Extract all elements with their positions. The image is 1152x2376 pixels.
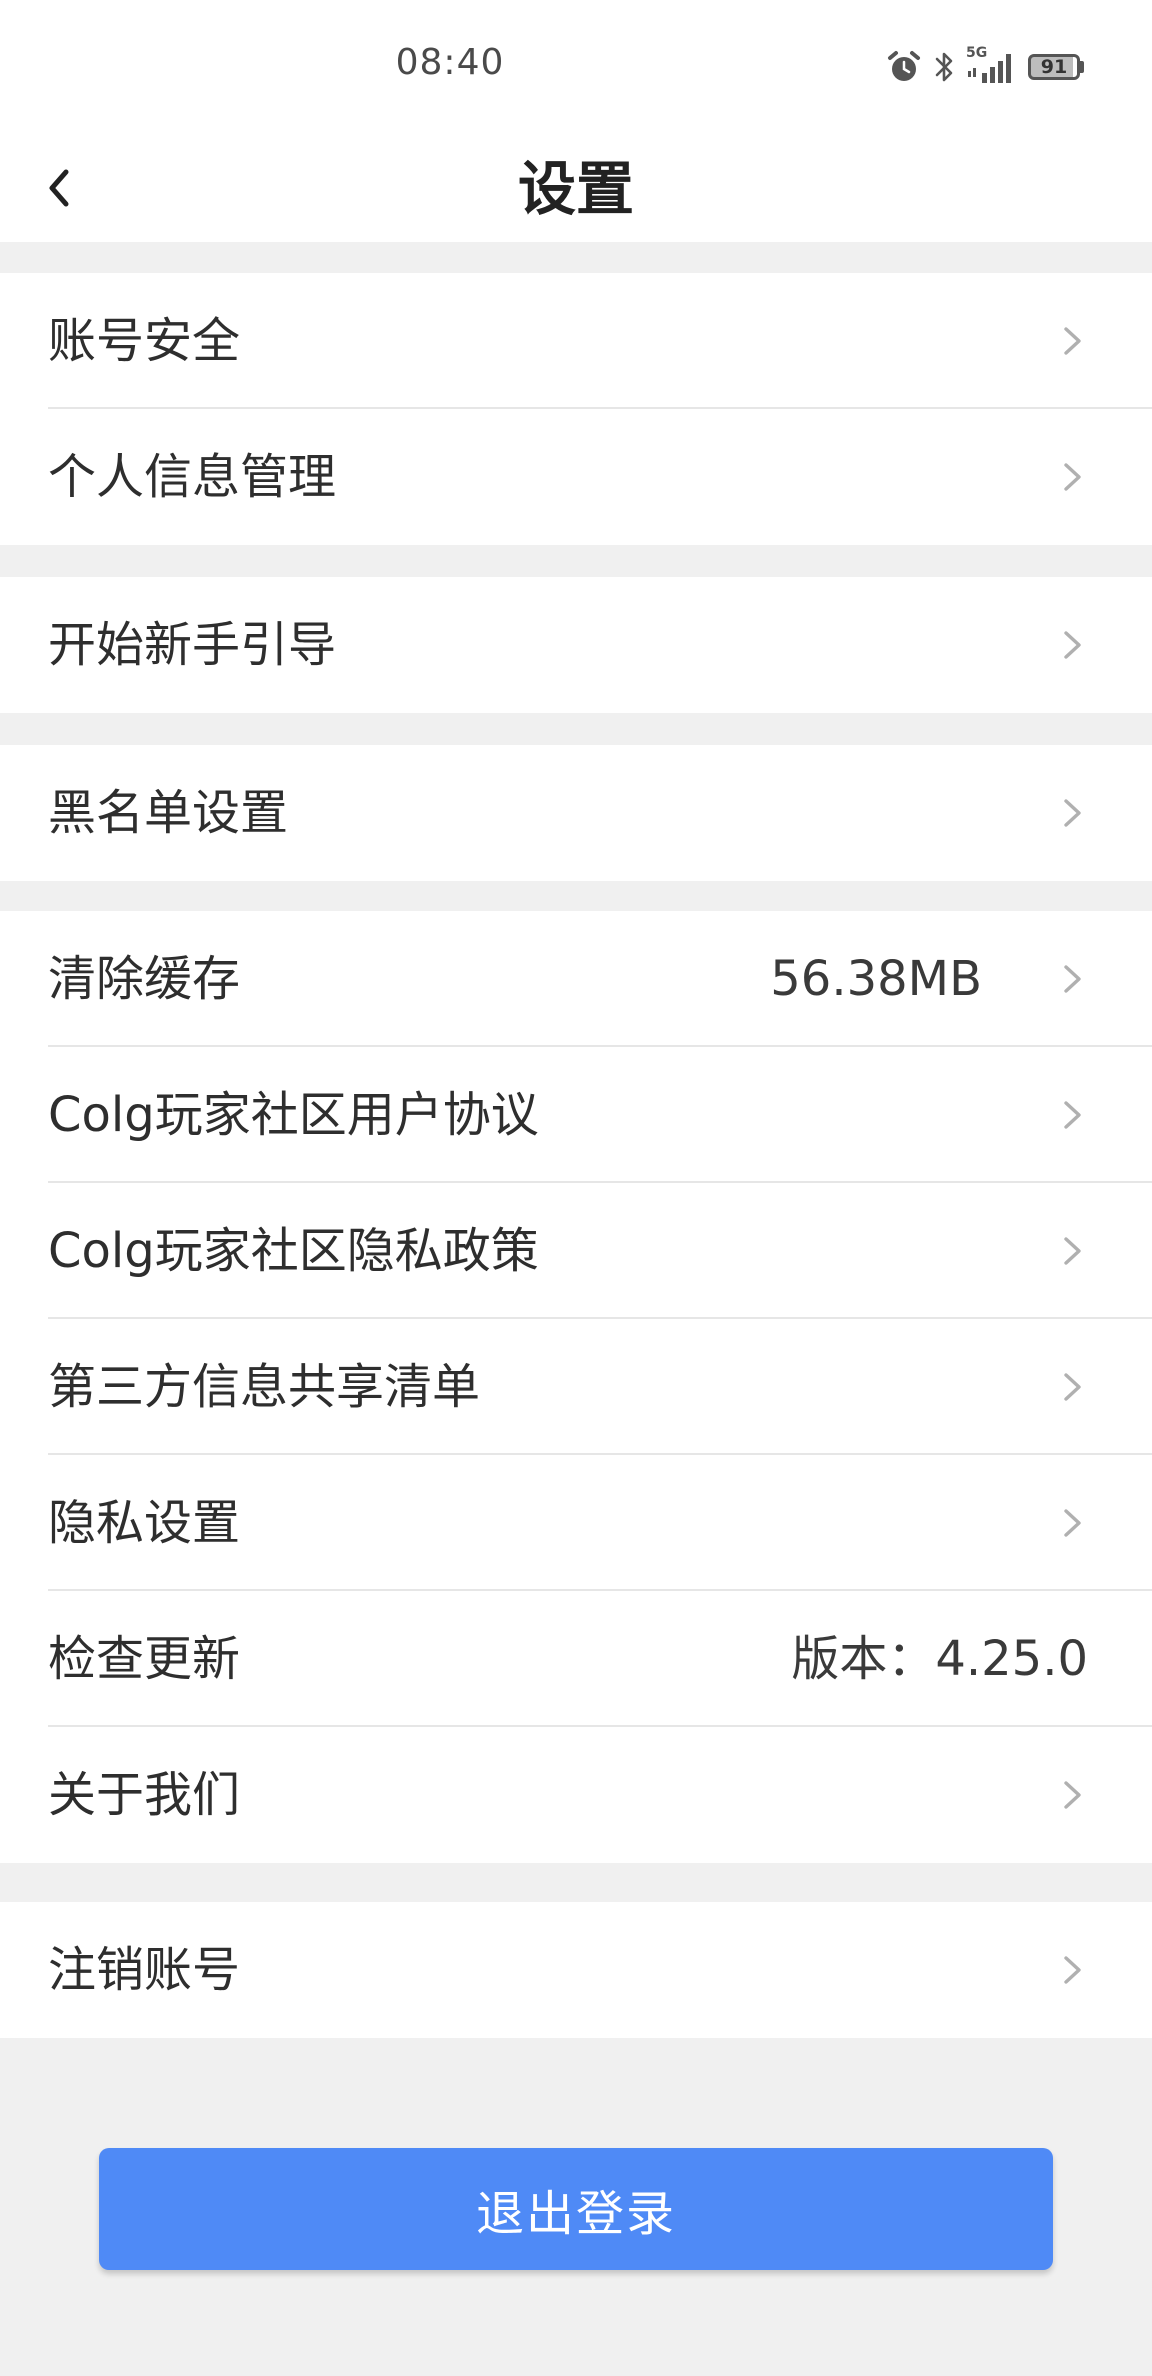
chevron-right-icon	[1064, 327, 1081, 355]
chevron-right-icon	[1064, 1101, 1081, 1129]
battery-level: 91	[1028, 54, 1080, 80]
row-label: 账号安全	[48, 313, 241, 369]
settings-group-guide: 开始新手引导	[0, 577, 1152, 713]
row-clear-cache[interactable]: 清除缓存 56.38MB	[0, 911, 1152, 1047]
settings-group-account: 账号安全 个人信息管理	[0, 273, 1152, 545]
chevron-right-icon	[1064, 1956, 1081, 1984]
status-bar: 08:40 5G 91	[0, 0, 1152, 136]
status-time: 08:40	[395, 42, 505, 83]
row-label: 注销账号	[48, 1942, 241, 1998]
chevron-right-icon	[1064, 1509, 1081, 1537]
chevron-right-icon	[1064, 631, 1081, 659]
row-label: 清除缓存	[48, 951, 241, 1007]
cache-size-value: 56.38MB	[770, 951, 982, 1007]
row-delete-account[interactable]: 注销账号	[0, 1902, 1152, 2038]
row-check-update[interactable]: 检查更新 版本：4.25.0	[0, 1591, 1152, 1727]
row-label: Colg玩家社区隐私政策	[48, 1223, 539, 1279]
settings-group-general: 清除缓存 56.38MB Colg玩家社区用户协议 Colg玩家社区隐私政策 第…	[0, 911, 1152, 1863]
chevron-right-icon	[1064, 965, 1081, 993]
signal-icon: 5G	[966, 45, 1018, 85]
settings-group-blacklist: 黑名单设置	[0, 745, 1152, 881]
row-user-agreement[interactable]: Colg玩家社区用户协议	[0, 1047, 1152, 1183]
chevron-right-icon	[1064, 1781, 1081, 1809]
row-label: 检查更新	[48, 1631, 241, 1687]
chevron-left-icon	[49, 169, 69, 207]
row-label: 隐私设置	[48, 1495, 241, 1551]
chevron-right-icon	[1064, 463, 1081, 491]
alarm-icon	[886, 49, 922, 85]
settings-group-delete: 注销账号	[0, 1902, 1152, 2038]
version-value: 版本：4.25.0	[791, 1631, 1088, 1687]
back-button[interactable]	[28, 156, 92, 220]
row-label: 个人信息管理	[48, 449, 337, 505]
page-title: 设置	[517, 155, 634, 223]
network-type-label: 5G	[966, 45, 988, 61]
chevron-right-icon	[1064, 1373, 1081, 1401]
chevron-right-icon	[1064, 799, 1081, 827]
row-start-guide[interactable]: 开始新手引导	[0, 577, 1152, 713]
row-account-security[interactable]: 账号安全	[0, 273, 1152, 409]
row-privacy-settings[interactable]: 隐私设置	[0, 1455, 1152, 1591]
battery-icon: 91	[1028, 54, 1084, 80]
chevron-right-icon	[1064, 1237, 1081, 1265]
row-label: 关于我们	[48, 1767, 241, 1823]
row-label: 第三方信息共享清单	[48, 1359, 481, 1415]
status-icons: 5G 91	[886, 45, 1084, 88]
row-label: 黑名单设置	[48, 785, 289, 841]
row-about-us[interactable]: 关于我们	[0, 1727, 1152, 1863]
row-privacy-policy[interactable]: Colg玩家社区隐私政策	[0, 1183, 1152, 1319]
row-label: Colg玩家社区用户协议	[48, 1087, 539, 1143]
row-personal-info[interactable]: 个人信息管理	[0, 409, 1152, 545]
logout-button[interactable]: 退出登录	[99, 2148, 1053, 2270]
bluetooth-icon	[932, 49, 956, 85]
row-blacklist[interactable]: 黑名单设置	[0, 745, 1152, 881]
nav-bar: 设置	[0, 136, 1152, 242]
row-third-party-sharing[interactable]: 第三方信息共享清单	[0, 1319, 1152, 1455]
row-label: 开始新手引导	[48, 617, 337, 673]
